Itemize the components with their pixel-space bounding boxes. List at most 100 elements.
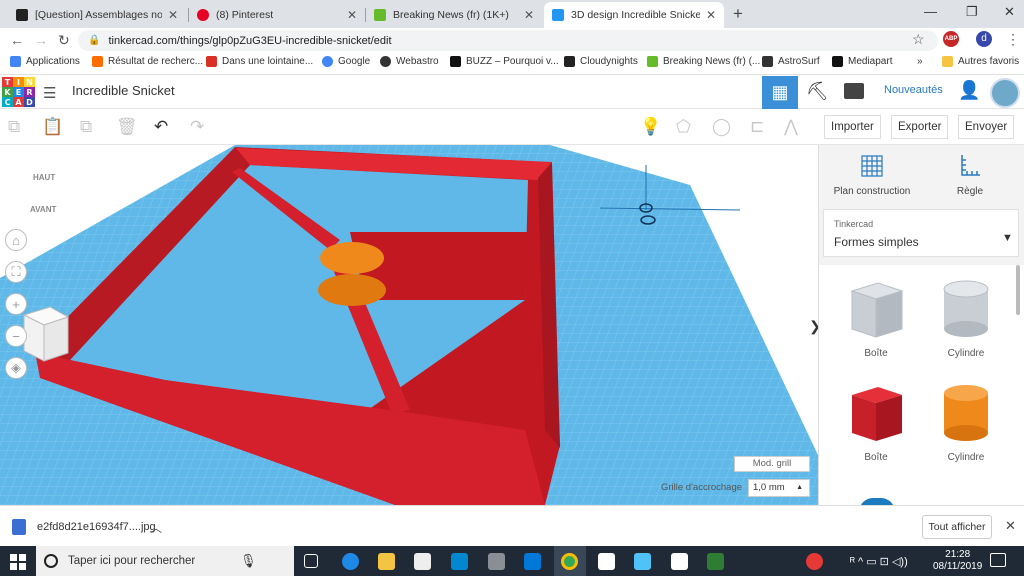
browser-tab-1[interactable]: [Question] Assemblages nœud d ✕	[8, 2, 186, 28]
microphone-icon[interactable]: 🎙	[240, 553, 257, 569]
show-all-button[interactable]: Tout afficher	[922, 515, 992, 539]
tab-title: 3D design Incredible Snicket | Ti	[571, 9, 700, 21]
bookmark-breaking-news[interactable]: Breaking News (fr) (...	[647, 56, 760, 67]
duplicate-icon[interactable]: ⧉	[80, 117, 92, 137]
whats-new-link[interactable]: Nouveautés	[884, 84, 943, 96]
taskbar-clock[interactable]: 21:28 08/11/2019	[933, 549, 982, 573]
workplane-tool[interactable]: Plan construction	[827, 153, 917, 197]
clock-time: 21:28	[945, 549, 971, 560]
panel-scrollbar[interactable]	[1016, 265, 1020, 315]
task-view-icon[interactable]	[304, 554, 318, 568]
send-button[interactable]: Envoyer	[958, 115, 1015, 139]
adblock-extension-icon[interactable]: ABP	[943, 31, 959, 47]
minimize-icon[interactable]: —	[924, 4, 937, 19]
box-hole-icon	[850, 282, 904, 338]
shape-cylinder[interactable]: Cylindre	[926, 383, 1006, 463]
browser-tab-4-active[interactable]: 3D design Incredible Snicket | Ti ✕	[544, 2, 724, 28]
import-button[interactable]: Importer	[824, 115, 881, 139]
search-icon	[44, 554, 58, 568]
close-icon[interactable]: ✕	[524, 8, 534, 22]
library-source-label: Tinkercad	[834, 219, 874, 229]
bookmark-webastro[interactable]: Webastro	[380, 56, 439, 67]
profile-avatar[interactable]: d	[976, 31, 992, 47]
shape-cylinder-hole[interactable]: Cylindre	[926, 279, 1006, 359]
project-title[interactable]: Incredible Snicket	[72, 83, 175, 98]
home-app-icon[interactable]	[598, 553, 615, 570]
close-icon[interactable]: ✕	[168, 8, 178, 22]
reload-icon[interactable]: ↻	[58, 32, 70, 49]
paste-icon[interactable]: 📋	[42, 117, 63, 137]
tray-app-icon[interactable]	[806, 553, 823, 570]
bookmark-cloudynights[interactable]: Cloudynights	[564, 56, 638, 67]
close-icon[interactable]: ✕	[347, 8, 357, 22]
plus-icon[interactable]: +	[733, 4, 743, 24]
align-icon[interactable]: ⊏	[750, 117, 764, 137]
close-icon[interactable]: ✕	[706, 8, 716, 22]
add-user-icon[interactable]: 👤	[958, 80, 980, 101]
edit-grid-button[interactable]: Mod. grill	[734, 456, 810, 472]
chrome-icon[interactable]	[561, 553, 578, 570]
tinkercad-logo[interactable]: T I N K E R C A D	[2, 77, 35, 108]
shape-library-select[interactable]: Tinkercad Formes simples ▼	[823, 209, 1019, 257]
star-icon[interactable]: ☆	[912, 31, 925, 48]
redo-icon[interactable]: ↷	[190, 117, 204, 137]
bookmark-astrosurf[interactable]: AstroSurf	[762, 56, 820, 67]
bookmark-resultat[interactable]: Résultat de recherc...	[92, 56, 203, 67]
mirror-icon[interactable]: ⋀	[784, 117, 798, 137]
notification-icon[interactable]	[990, 553, 1006, 567]
perspective-icon[interactable]: ◈	[5, 357, 27, 379]
note-icon[interactable]: ⬠	[676, 117, 691, 137]
delete-icon[interactable]: 🗑	[116, 117, 138, 137]
undo-icon[interactable]: ↶	[154, 117, 168, 137]
fit-view-icon[interactable]: ⛶	[5, 261, 27, 283]
bookmarks-overflow-button[interactable]: »	[917, 56, 923, 67]
store-icon[interactable]	[414, 553, 431, 570]
bookmark-applications[interactable]: Applications	[10, 56, 80, 67]
edge-icon[interactable]	[342, 553, 359, 570]
shape-box-hole[interactable]: Boîte	[836, 279, 916, 359]
browser-tab-2[interactable]: (8) Pinterest ✕	[189, 2, 365, 28]
ruler-icon	[961, 155, 980, 176]
shape-box[interactable]: Boîte	[836, 383, 916, 463]
pickaxe-icon[interactable]: ⛏	[806, 81, 829, 102]
chart-app-icon[interactable]	[707, 553, 724, 570]
home-view-icon[interactable]: ⌂	[5, 229, 27, 251]
bookmark-gmail[interactable]: Dans une lointaine...	[206, 56, 313, 67]
download-filename[interactable]: e2fd8d21e16934f7....jpg	[37, 521, 156, 533]
bookmark-google[interactable]: Google	[322, 56, 370, 67]
shield-icon[interactable]	[488, 553, 505, 570]
forward-icon[interactable]: →	[34, 32, 48, 48]
back-icon[interactable]: ←	[10, 32, 24, 48]
monitor-app-icon[interactable]	[451, 553, 468, 570]
copy-icon[interactable]: ⧉	[8, 117, 20, 137]
close-icon[interactable]: ✕	[1005, 518, 1016, 534]
snap-grid-select[interactable]: 1,0 mm ▲	[748, 479, 810, 497]
photos-icon[interactable]	[634, 553, 651, 570]
system-tray-icons[interactable]: ᴿ ^ ▭ ⊡ ◁))	[850, 555, 908, 568]
browser-tab-3[interactable]: Breaking News (fr) (1K+) ✕	[366, 2, 542, 28]
zoom-out-icon[interactable]: −	[5, 325, 27, 347]
bricks-icon[interactable]	[844, 83, 864, 99]
chevron-up-icon[interactable]: ︿	[150, 519, 162, 536]
workplane-canvas[interactable]: HAUT AVANT ⌂ ⛶ + − ◈	[0, 145, 818, 505]
bookmark-buzz[interactable]: BUZZ – Pourquoi v...	[450, 56, 559, 67]
3d-view-grid-icon[interactable]: ▦	[762, 76, 798, 109]
ruler-tool[interactable]: Règle	[925, 153, 1015, 197]
export-button[interactable]: Exporter	[891, 115, 949, 139]
lightbulb-icon[interactable]: 💡	[640, 117, 661, 137]
close-window-icon[interactable]: ✕	[1004, 4, 1015, 20]
list-menu-icon[interactable]: ☰	[43, 84, 56, 102]
user-avatar[interactable]	[990, 78, 1020, 108]
zoom-in-icon[interactable]: +	[5, 293, 27, 315]
more-vert-icon[interactable]: ⋮	[1006, 31, 1020, 48]
restore-icon[interactable]: ❐	[966, 4, 978, 20]
shape-sphere-partial[interactable]	[859, 498, 895, 505]
mail-icon[interactable]	[671, 553, 688, 570]
bookmark-other[interactable]: Autres favoris	[942, 56, 1019, 67]
windows-start-icon[interactable]	[10, 554, 26, 570]
hole-icon[interactable]: ◯	[712, 117, 731, 137]
app-icon[interactable]	[524, 553, 541, 570]
bookmark-mediapart[interactable]: Mediapart	[832, 56, 892, 67]
file-explorer-icon[interactable]	[378, 553, 395, 570]
url-input[interactable]: 🔒 tinkercad.com/things/glp0pZuG3EU-incre…	[78, 30, 938, 51]
